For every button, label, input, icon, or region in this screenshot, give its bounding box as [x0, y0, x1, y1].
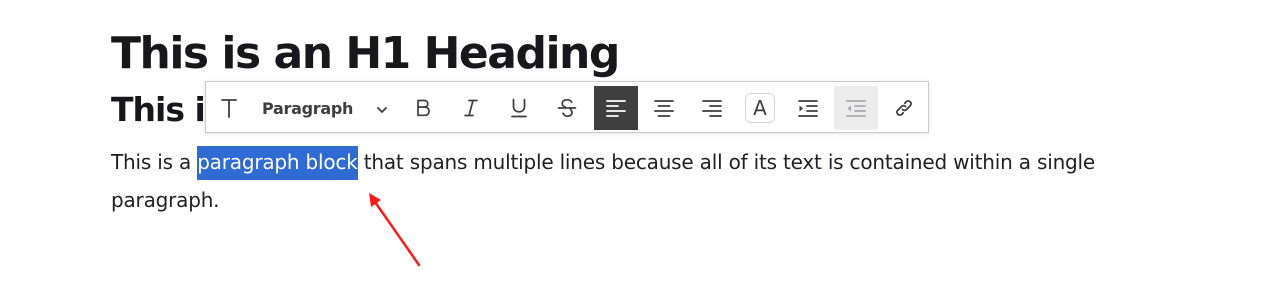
block-type-dropdown[interactable]: Paragraph: [214, 86, 394, 130]
selected-text[interactable]: paragraph block: [197, 146, 358, 180]
strikethrough-button[interactable]: [545, 86, 589, 130]
rich-text-editor[interactable]: This is an H1 Heading This is an H2 Head…: [0, 0, 1261, 291]
italic-icon: [463, 99, 479, 117]
paragraph-text-before[interactable]: This is a: [111, 150, 197, 174]
strikethrough-icon: [557, 98, 577, 118]
align-left-button[interactable]: [594, 86, 638, 130]
align-right-button[interactable]: [690, 86, 734, 130]
outdent-icon: [846, 99, 866, 117]
link-button[interactable]: [882, 86, 926, 130]
italic-button[interactable]: [449, 86, 493, 130]
formatting-toolbar: Paragraph A: [205, 81, 929, 133]
text-color-icon: A: [745, 93, 775, 123]
indent-button[interactable]: [786, 86, 830, 130]
paragraph-block[interactable]: This is a paragraph block that spans mul…: [111, 143, 1121, 219]
heading-1[interactable]: This is an H1 Heading: [111, 26, 620, 82]
bold-button[interactable]: [401, 86, 445, 130]
chevron-down-icon: [376, 101, 388, 120]
align-left-icon: [606, 99, 626, 117]
block-type-label: Paragraph: [262, 98, 354, 118]
align-right-icon: [702, 99, 722, 117]
align-center-icon: [654, 99, 674, 117]
text-color-button[interactable]: A: [738, 86, 782, 130]
underline-icon: [510, 98, 528, 118]
outdent-button[interactable]: [834, 86, 878, 130]
text-type-icon: [214, 86, 244, 130]
indent-icon: [798, 99, 818, 117]
link-icon: [893, 97, 915, 119]
underline-button[interactable]: [497, 86, 541, 130]
align-center-button[interactable]: [642, 86, 686, 130]
bold-icon: [415, 99, 431, 117]
